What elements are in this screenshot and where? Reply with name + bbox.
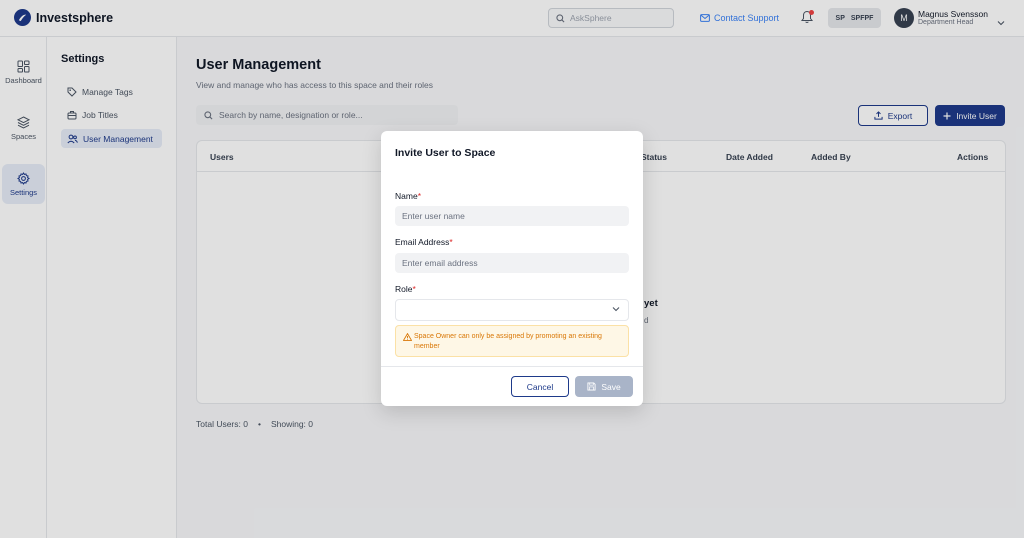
cancel-button[interactable]: Cancel [511, 376, 569, 397]
role-select[interactable] [395, 299, 629, 321]
required-mark: * [417, 191, 421, 201]
required-mark: * [412, 284, 416, 294]
modal-title: Invite User to Space [395, 147, 496, 159]
modal-divider [381, 366, 643, 367]
required-mark: * [449, 237, 453, 247]
save-icon [587, 382, 596, 391]
invite-user-modal: Invite User to Space Name* Email Address… [381, 131, 643, 406]
role-label-text: Role [395, 284, 413, 294]
role-warning: Space Owner can only be assigned by prom… [395, 325, 629, 357]
chevron-down-icon [612, 307, 620, 312]
warning-text: Space Owner can only be assigned by prom… [414, 333, 602, 350]
role-label: Role* [395, 284, 416, 294]
name-input[interactable] [395, 206, 629, 226]
save-button[interactable]: Save [575, 376, 633, 397]
email-input[interactable] [395, 253, 629, 273]
email-label-text: Email Address [395, 237, 450, 247]
save-label: Save [601, 381, 621, 392]
name-label: Name* [395, 191, 421, 201]
warning-icon [403, 333, 412, 341]
name-label-text: Name [395, 191, 418, 201]
email-label: Email Address* [395, 237, 453, 247]
